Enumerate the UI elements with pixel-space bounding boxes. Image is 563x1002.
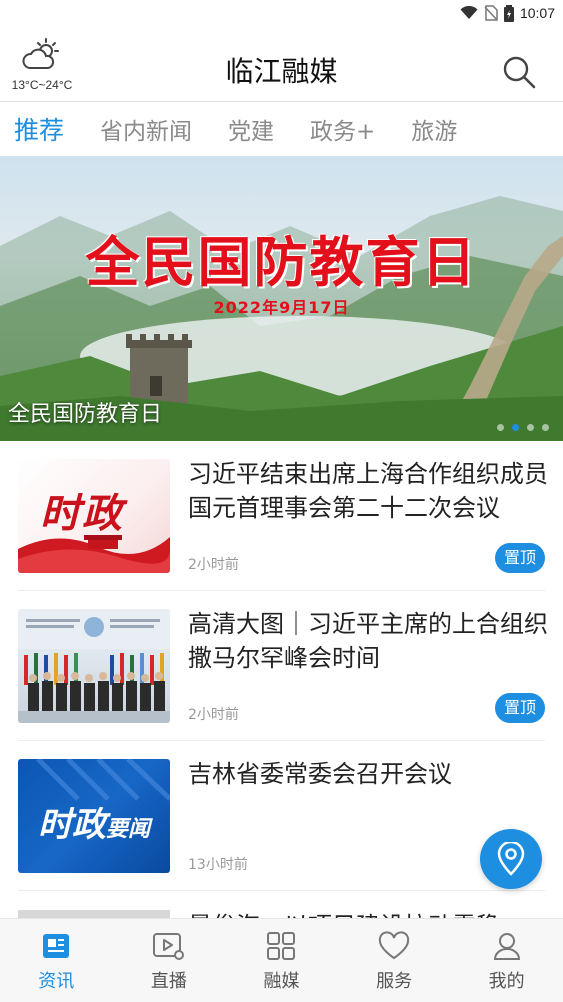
clock: 10:07 [519,5,555,21]
search-icon [503,56,536,89]
nav-label: 服务 [376,971,413,992]
thumbnail-text: 时政 [40,491,124,537]
location-pin-icon [497,842,525,876]
banner-carousel[interactable]: 全民国防教育日 2022年9月17日 全民国防教育日 [0,156,563,441]
wifi-icon [460,6,478,19]
grid-icon [267,932,296,960]
news-thumbnail: 时政要闻 [18,759,170,873]
banner-date: 2022年9月17日 [213,298,350,317]
tab-recommend[interactable]: 推荐 [14,111,64,147]
tab-province-news[interactable]: 省内新闻 [100,112,192,146]
nav-service[interactable]: 服务 [338,919,451,1002]
banner-caption: 全民国防教育日 [8,402,163,427]
banner-headline: 全民国防教育日 [85,231,478,294]
news-title[interactable]: 吉林省委常委会召开会议 [188,757,548,791]
nav-label: 资讯 [38,971,75,992]
carousel-indicator [497,424,549,431]
news-thumbnail [18,609,170,723]
carousel-dot-active[interactable] [512,424,519,431]
thumbnail-text-main: 时政 [38,805,106,845]
battery-icon [503,4,514,22]
nav-profile[interactable]: 我的 [450,919,563,1002]
news-item[interactable]: 时政要闻 吉林省委常委会召开会议 13小时前 [18,741,545,891]
nav-label: 我的 [488,971,525,992]
news-title[interactable]: 习近平结束出席上海合作组织成员国元首理事会第二十二次会议 [188,457,548,525]
nav-label: 直播 [150,971,187,992]
carousel-dot[interactable] [542,424,549,431]
news-thumbnail: 时政 [18,459,170,573]
news-list: 时政 习近平结束出席上海合作组织成员国元首理事会第二十二次会议 2小时前 置顶 [0,441,563,891]
tab-travel[interactable]: 旅游 [411,112,457,146]
news-item[interactable]: 高清大图｜习近平主席的上合组织撒马尔罕峰会时间 2小时前 置顶 [18,591,548,741]
bottom-nav: 资讯 直播 融媒 服务 我的 [0,918,563,1002]
live-video-icon [152,933,184,960]
heart-icon [378,931,410,960]
tab-party-building[interactable]: 党建 [228,112,274,146]
category-tabs: 推荐 省内新闻 党建 政务+ 旅游 [0,102,563,156]
no-sim-icon [484,5,498,21]
app-title: 临江融媒 [225,55,338,88]
news-time: 13小时前 [188,857,248,873]
news-time: 2小时前 [188,707,239,723]
thumbnail-graphic [18,609,170,723]
carousel-dot[interactable] [527,424,534,431]
news-icon [43,934,70,958]
status-bar: 10:07 [0,0,563,26]
thumbnail-text-small: 要闻 [106,816,151,842]
nav-label: 融媒 [263,971,300,992]
tab-government[interactable]: 政务+ [310,112,375,146]
news-title[interactable]: 高清大图｜习近平主席的上合组织撒马尔罕峰会时间 [188,607,548,675]
pinned-badge: 置顶 [495,543,545,573]
nav-live[interactable]: 直播 [113,919,226,1002]
news-item[interactable]: 时政 习近平结束出席上海合作组织成员国元首理事会第二十二次会议 2小时前 置顶 [18,441,548,591]
thumbnail-text: 时政要闻 [38,797,150,846]
pinned-badge: 置顶 [495,693,545,723]
nav-media[interactable]: 融媒 [225,919,338,1002]
nav-news[interactable]: 资讯 [0,919,113,1002]
search-button[interactable] [501,54,537,90]
location-button[interactable] [480,829,542,889]
news-time: 2小时前 [188,557,239,573]
app-header: 13°C~24°C 临江融媒 [0,26,563,102]
carousel-dot[interactable] [497,424,504,431]
user-icon [493,933,520,960]
